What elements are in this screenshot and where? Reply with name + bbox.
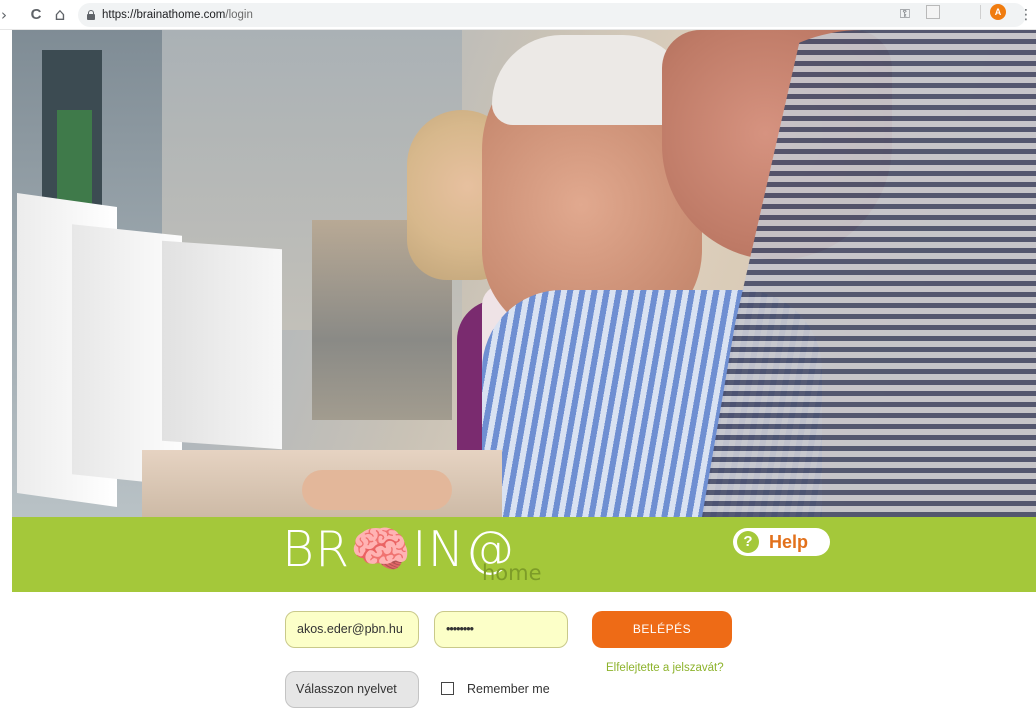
brand-band: BR🧠IN@ home ? Help [12,517,1036,592]
pdf-extension-icon[interactable] [926,5,940,19]
email-input[interactable]: akos.eder@pbn.hu [285,611,419,648]
photo-monitor-3 [162,240,282,450]
logo-subtext: home [482,561,542,585]
question-icon: ? [737,531,759,553]
login-button[interactable]: BELÉPÉS [592,611,732,648]
reload-icon[interactable]: C [26,5,46,25]
address-bar[interactable]: https://brainathome.com/login ⚿ ☆ [78,3,1026,27]
remember-me-checkbox[interactable] [441,682,454,695]
toolbar-divider [980,5,981,19]
brain-at-home-logo: BR🧠IN@ home [282,520,582,590]
language-select[interactable]: Válasszon nyelvet [285,671,419,708]
password-input[interactable]: •••••••• [434,611,568,648]
chevron-back-icon[interactable]: › [0,5,14,25]
browser-toolbar: › C ⌂ https://brainathome.com/login ⚿ ☆ … [0,0,1036,30]
key-icon[interactable]: ⚿ [900,6,910,24]
help-label: Help [769,532,809,552]
forgot-password-link[interactable]: Elfelejtette a jelszavát? [606,660,724,676]
url-text[interactable]: https://brainathome.com/login [102,7,253,23]
hero-photo [12,30,1036,517]
lock-icon [87,10,95,20]
logo-text: BR🧠IN@ [282,521,516,578]
kebab-menu-icon[interactable]: ⋮ [1016,5,1036,25]
help-button[interactable]: ? Help [733,528,830,556]
remember-me-label[interactable]: Remember me [467,682,550,697]
home-icon[interactable]: ⌂ [50,5,70,25]
photo-hands [302,470,452,510]
profile-avatar[interactable]: A [990,4,1006,20]
